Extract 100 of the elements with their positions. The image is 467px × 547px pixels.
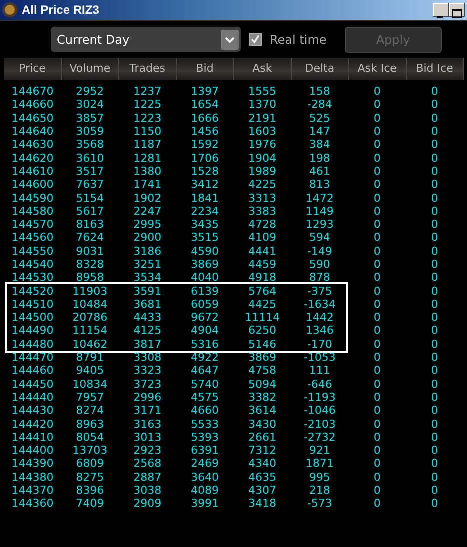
table-cell: 1149 (306, 204, 334, 218)
table-cell: 144420 (12, 418, 54, 431)
table-cell: 0 (374, 125, 381, 138)
table-cell: 3013 (134, 430, 162, 444)
table-cell: 3515 (191, 231, 220, 244)
table-cell: 7957 (76, 390, 104, 404)
table-cell: 9672 (191, 311, 220, 324)
table-cell: 144430 (12, 404, 54, 418)
table-cell: 8328 (76, 258, 104, 271)
table-cell: 5146 (248, 338, 276, 351)
table-cell: 0 (431, 98, 438, 112)
table-cell: 461 (309, 164, 330, 178)
table-cell: 0 (374, 298, 381, 311)
table-cell: 13703 (72, 444, 108, 458)
window-title: All Price RIZ3 (22, 2, 100, 19)
table-cell: 144440 (12, 390, 54, 404)
table-cell: 0 (431, 164, 438, 178)
minimize-button[interactable] (433, 3, 449, 17)
table-cell: 3517 (76, 164, 104, 178)
table-cell: 4125 (134, 324, 162, 338)
table-cell: 0 (431, 244, 438, 258)
table-cell: 1902 (134, 192, 162, 205)
table-cell: 8163 (76, 218, 104, 232)
table-cell: 1976 (248, 138, 276, 152)
table-cell: 144630 (12, 138, 54, 152)
table-cell: 9405 (76, 364, 104, 378)
table-cell: 3534 (134, 271, 162, 284)
column-header[interactable]: Ask Ice (348, 58, 406, 80)
column-header[interactable]: Bid (176, 58, 234, 80)
table-cell: 1225 (134, 98, 162, 112)
table-cell: 1904 (248, 152, 276, 165)
table-cell: 3313 (248, 192, 276, 205)
table-cell: 4758 (248, 364, 276, 378)
table-cell: 4575 (191, 390, 220, 404)
table-cell: 0 (431, 311, 438, 324)
table-cell: 198 (309, 152, 330, 165)
table-cell: 0 (374, 204, 381, 218)
table-cell: 1841 (191, 192, 220, 205)
table-cell: 144500 (12, 311, 54, 324)
table-cell: -1053 (304, 351, 336, 364)
table-cell: 3610 (76, 152, 104, 165)
column-header[interactable]: Price (4, 58, 62, 80)
table-cell: 0 (374, 258, 381, 271)
table-cell: -2103 (304, 418, 336, 431)
table-cell: 3991 (191, 497, 220, 510)
table-cell: 3171 (134, 404, 162, 418)
table-cell: 594 (309, 231, 330, 244)
table-cell: 0 (374, 457, 381, 470)
period-dropdown[interactable]: Current Day (51, 27, 241, 52)
table-cell: 1654 (191, 98, 220, 112)
column-header[interactable]: Volume (61, 58, 119, 80)
table-cell: 4225 (248, 178, 276, 192)
table-cell: 4728 (248, 218, 276, 232)
table-cell: 5533 (191, 418, 220, 431)
table-cell: 0 (374, 430, 381, 444)
app-icon (2, 2, 18, 18)
table-cell: 144490 (12, 324, 54, 338)
table-cell: 2923 (134, 444, 162, 458)
table-cell: 218 (309, 484, 330, 498)
maximize-button[interactable] (449, 3, 465, 17)
table-cell: 7409 (76, 497, 104, 510)
column-header[interactable]: Trades (118, 58, 176, 80)
table-cell: 0 (431, 152, 438, 165)
table-cell: 4340 (248, 457, 276, 470)
table-cell: 0 (374, 152, 381, 165)
table-cell: 1555 (248, 85, 276, 98)
table-cell: 6139 (191, 284, 220, 298)
table-cell: 144640 (12, 125, 54, 138)
table-cell: -375 (307, 284, 332, 298)
chevron-down-icon (221, 30, 239, 50)
column-header[interactable]: Ask (234, 58, 292, 80)
table-cell: 0 (374, 112, 381, 125)
table-cell: 144540 (12, 258, 54, 271)
column-header[interactable]: Bid Ice (406, 58, 464, 80)
table-cell: 144360 (12, 497, 54, 510)
table-cell: 3186 (134, 244, 162, 258)
table-cell: 144580 (12, 204, 54, 218)
column-header[interactable]: Delta (291, 58, 349, 80)
realtime-checkbox[interactable] (249, 33, 262, 46)
table-cell: 0 (431, 497, 438, 510)
table-cell: 2952 (76, 85, 104, 98)
table-cell: 4590 (191, 244, 220, 258)
table-cell: 0 (374, 324, 381, 338)
table-cell: 3382 (248, 390, 276, 404)
table-cell: 0 (431, 112, 438, 125)
table-cell: 7312 (248, 444, 276, 458)
table-cell: 0 (431, 125, 438, 138)
table-cell: 1293 (306, 218, 334, 232)
table-cell: 0 (431, 298, 438, 311)
table-cell: -573 (307, 497, 332, 510)
table-cell: 144560 (12, 231, 54, 244)
table-cell: 2887 (134, 470, 162, 484)
table-cell: 0 (431, 178, 438, 192)
table-cell: 1281 (134, 152, 162, 165)
table-cell: 4922 (191, 351, 220, 364)
table-cell: 10484 (72, 298, 108, 311)
table-cell: 144550 (12, 244, 54, 258)
table-cell: 144670 (12, 85, 54, 98)
table-cell: 2469 (191, 457, 220, 470)
table-cell: 0 (431, 351, 438, 364)
